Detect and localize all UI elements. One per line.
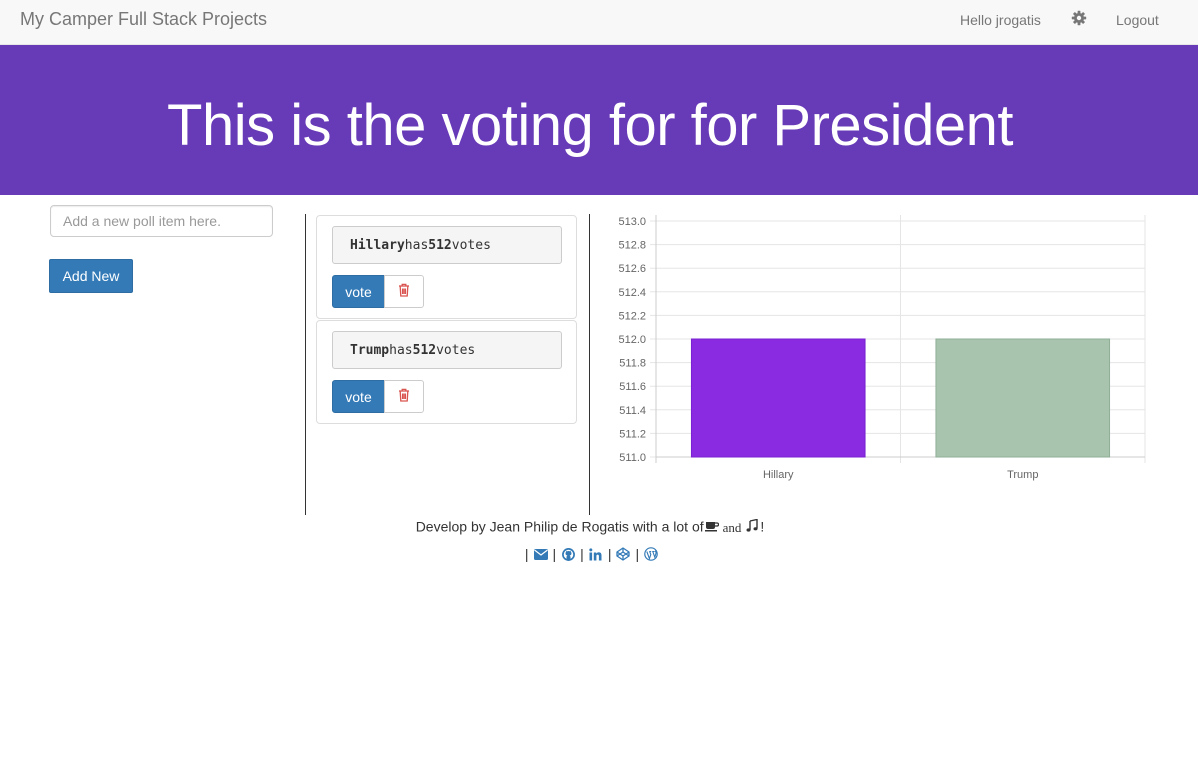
y-tick-label: 511.8 <box>619 358 646 370</box>
vote-count-display: Trump has 512 votes <box>332 331 562 369</box>
poll-item-card: Hillary has 512 votes vote <box>316 215 577 319</box>
wordpress-icon[interactable] <box>643 546 659 562</box>
vote-count-display: Hillary has 512 votes <box>332 226 562 264</box>
y-tick-label: 511.2 <box>619 428 646 440</box>
separator: | <box>580 546 584 562</box>
separator: | <box>635 546 640 562</box>
vote-count: 512 <box>412 342 437 358</box>
new-poll-item-input[interactable] <box>50 205 273 237</box>
y-tick-label: 512.6 <box>618 263 646 275</box>
brand-link[interactable]: My Camper Full Stack Projects <box>20 9 267 30</box>
x-tick-label: Trump <box>1007 469 1038 481</box>
votes-label: votes <box>451 237 491 253</box>
votes-bar-chart: 511.0 511.2 511.4 511.6 511.8 512.0 512.2 512.4… <box>618 215 1146 481</box>
y-tick-label: 511.4 <box>619 405 646 417</box>
candidate-name: Hillary <box>350 237 405 253</box>
separator: | <box>552 546 557 562</box>
music-icon <box>744 517 760 533</box>
user-greeting-link[interactable]: Hello jrogatis <box>960 12 1041 28</box>
delete-button[interactable] <box>384 380 424 413</box>
delete-button[interactable] <box>384 275 424 308</box>
linkedin-icon[interactable] <box>588 546 604 562</box>
y-tick-label: 512.0 <box>618 334 646 346</box>
x-tick-label: Hillary <box>763 469 794 481</box>
votes-label: votes <box>436 342 476 358</box>
gear-icon[interactable] <box>1071 10 1087 26</box>
vote-button[interactable]: vote <box>332 380 385 413</box>
footer-and-text: and <box>722 519 742 535</box>
y-tick-label: 513.0 <box>618 216 646 228</box>
bar-hillary <box>690 338 866 458</box>
poll-item-card: Trump has 512 votes vote <box>316 320 577 424</box>
trash-icon <box>398 283 410 300</box>
separator: | <box>607 546 612 562</box>
y-tick-label: 512.2 <box>618 310 646 322</box>
codepen-icon[interactable] <box>615 546 631 562</box>
vote-button[interactable]: vote <box>332 275 385 308</box>
has-label: has <box>404 237 429 253</box>
separator: | <box>524 546 529 562</box>
vote-count: 512 <box>428 237 452 253</box>
y-tick-label: 512.8 <box>618 240 646 252</box>
navbar: My Camper Full Stack Projects Hello jrog… <box>0 0 1198 45</box>
column-divider-left <box>305 214 306 515</box>
footer-end-text: ! <box>760 518 765 535</box>
coffee-icon <box>704 518 720 534</box>
github-icon[interactable] <box>560 546 576 562</box>
bar-trump <box>935 338 1111 458</box>
trash-icon <box>398 388 410 405</box>
y-tick-label: 512.4 <box>618 287 646 299</box>
page-title: This is the voting for for President <box>167 93 1013 158</box>
logout-link[interactable]: Logout <box>1116 12 1159 28</box>
footer-social-links: | | | | | <box>0 546 1180 562</box>
candidate-name: Trump <box>350 342 390 358</box>
y-tick-label: 511.0 <box>619 452 646 464</box>
footer-credit: Develop by Jean Philip de Rogatis with a… <box>0 517 1180 536</box>
y-tick-label: 511.6 <box>619 381 646 393</box>
footer-credit-text: Develop by Jean Philip de Rogatis with a… <box>415 518 704 535</box>
has-label: has <box>389 342 413 358</box>
envelope-icon[interactable] <box>533 546 549 562</box>
column-divider-right <box>589 214 590 515</box>
add-new-button[interactable]: Add New <box>49 259 133 293</box>
